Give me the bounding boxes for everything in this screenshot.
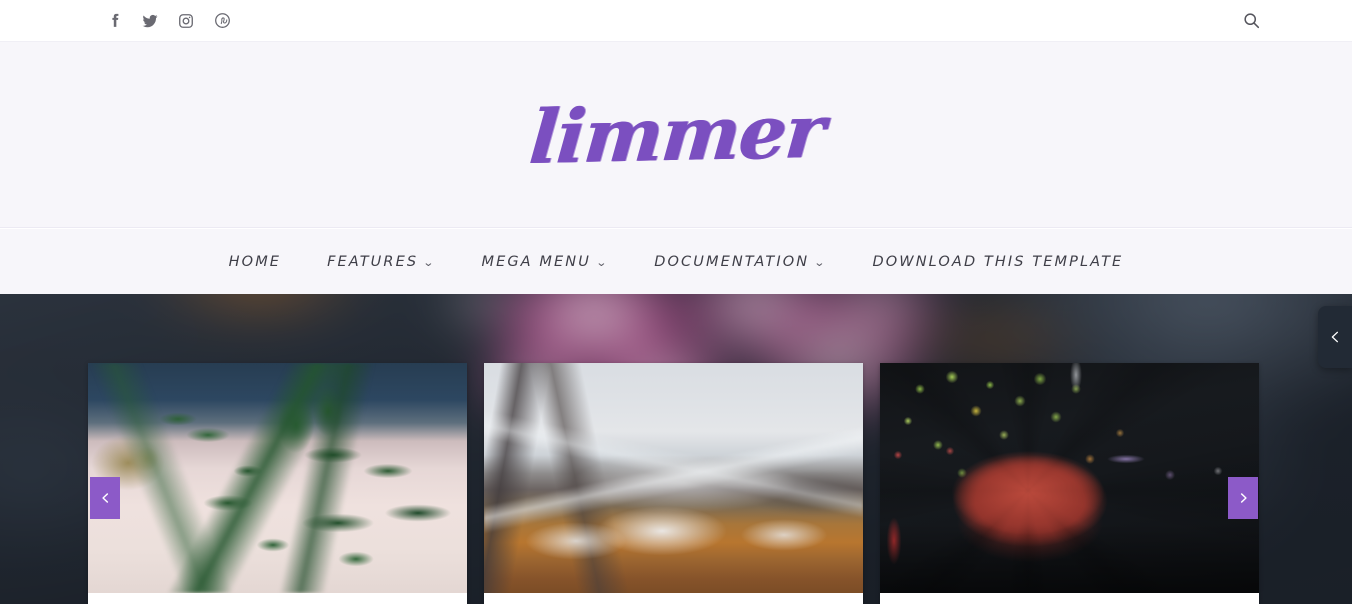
carousel-slide-1[interactable] [88, 363, 467, 604]
nav-item-label: MEGA MENU [481, 253, 591, 270]
nav-item-features[interactable]: FEATURES ⌄ [304, 254, 458, 270]
instagram-icon[interactable] [168, 6, 204, 36]
carousel-slide-3[interactable] [880, 363, 1259, 604]
settings-drawer-toggle[interactable] [1318, 306, 1352, 368]
chevron-down-icon: ⌄ [595, 256, 610, 269]
twitter-icon[interactable] [132, 6, 168, 36]
carousel-track [0, 363, 1352, 604]
hero-carousel [0, 294, 1352, 604]
nav-item-download-this-template[interactable]: DOWNLOAD THIS TEMPLATE [850, 254, 1147, 270]
nav-item-documentation[interactable]: DOCUMENTATION ⌄ [631, 254, 849, 270]
slide-caption-bar [880, 593, 1259, 604]
slide-image-red-umbrella [880, 363, 1259, 593]
nav-item-home[interactable]: HOME [206, 254, 304, 270]
slide-image-snowy-mountain [484, 363, 863, 593]
nav-item-label: DOWNLOAD THIS TEMPLATE [872, 253, 1124, 270]
search-icon[interactable] [1238, 8, 1264, 34]
site-logo[interactable]: limmer [526, 88, 827, 180]
chevron-down-icon: ⌄ [813, 256, 828, 269]
pinterest-icon[interactable] [204, 6, 240, 36]
main-navigation-bar: HOME FEATURES ⌄ MEGA MENU ⌄ DOCUMENTATIO… [0, 229, 1352, 294]
slide-caption-bar [484, 593, 863, 604]
nav-item-label: FEATURES [327, 253, 419, 270]
social-links [96, 6, 240, 36]
facebook-icon[interactable] [96, 6, 132, 36]
nav-item-mega-menu[interactable]: MEGA MENU ⌄ [458, 254, 631, 270]
main-navigation: HOME FEATURES ⌄ MEGA MENU ⌄ DOCUMENTATIO… [206, 254, 1147, 270]
slide-caption-bar [88, 593, 467, 604]
carousel-prev-button[interactable] [90, 477, 120, 519]
top-bar [0, 0, 1352, 42]
page-root: limmer HOME FEATURES ⌄ MEGA MENU ⌄ DOCUM… [0, 0, 1352, 604]
logo-band: limmer [0, 42, 1352, 228]
slide-image-fir-branches [88, 363, 467, 593]
nav-item-label: DOCUMENTATION [654, 253, 810, 270]
carousel-next-button[interactable] [1228, 477, 1258, 519]
nav-item-label: HOME [228, 253, 282, 270]
carousel-slide-2[interactable] [484, 363, 863, 604]
chevron-down-icon: ⌄ [422, 256, 437, 269]
